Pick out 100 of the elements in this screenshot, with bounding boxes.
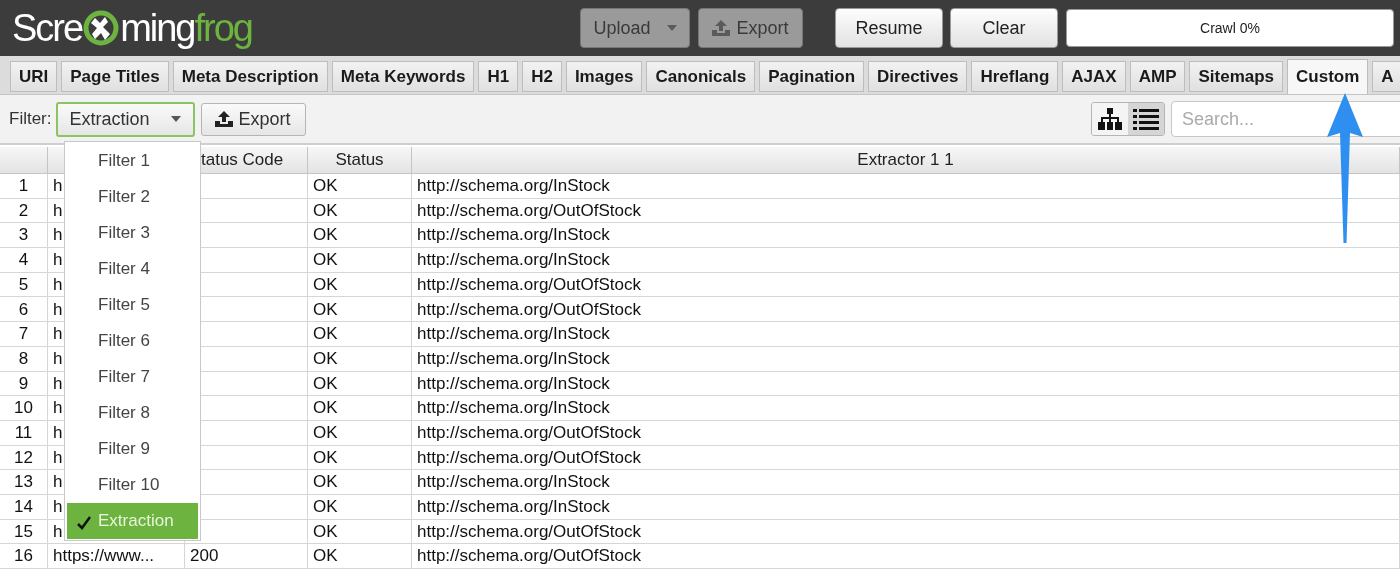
tab[interactable]: Page Titles <box>61 61 169 92</box>
row-number: 10 <box>14 397 33 420</box>
tab[interactable]: Pagination <box>759 61 865 92</box>
table-cell-text: http://schema.org/OutOfStock <box>417 273 641 296</box>
caret-icon <box>170 116 181 122</box>
row-number: 1 <box>18 175 29 198</box>
upload-icon <box>712 20 731 36</box>
table-cell-text: h <box>53 273 63 296</box>
table-cell-text: OK <box>313 249 338 272</box>
tab[interactable]: Hreflang <box>971 61 1059 92</box>
table-cell-text: h <box>53 496 63 519</box>
table-cell-text: http://schema.org/InStock <box>417 397 610 420</box>
table-cell-text: h <box>53 298 63 321</box>
table-cell-text: h <box>53 397 63 420</box>
tab[interactable]: Meta Keywords <box>331 61 475 92</box>
check-icon <box>77 516 91 530</box>
menu-item[interactable]: Filter 6 <box>67 323 198 359</box>
list-icon <box>1133 108 1159 130</box>
table-cell-text: h <box>53 323 63 346</box>
table-cell-text: http://schema.org/InStock <box>417 249 610 272</box>
table-cell-text: h <box>53 372 63 395</box>
filter-label: Filter: <box>9 108 52 131</box>
table-cell-text: OK <box>313 545 338 568</box>
tab[interactable]: AMP <box>1129 61 1186 92</box>
table-cell-text: http://schema.org/InStock <box>417 496 610 519</box>
column-header: Status <box>335 149 384 172</box>
table-cell-text: http://schema.org/InStock <box>417 323 610 346</box>
row-number: 5 <box>18 273 29 296</box>
table-cell-text: h <box>53 224 63 247</box>
table-cell-text: h <box>53 471 63 494</box>
tab[interactable]: Directives <box>868 61 968 92</box>
menu-item[interactable]: Filter 4 <box>67 251 198 287</box>
table-cell-text: h <box>53 520 63 543</box>
toolbar-button[interactable]: Clear <box>950 8 1058 48</box>
menu-item[interactable]: Filter 2 <box>67 179 198 215</box>
tab[interactable]: H1 <box>478 61 519 92</box>
tab[interactable]: Canonicals <box>646 61 756 92</box>
table-cell-text: OK <box>313 224 338 247</box>
table-cell-text: h <box>53 249 63 272</box>
table-cell-text: OK <box>313 446 338 469</box>
tab[interactable]: Meta Description <box>172 61 328 92</box>
search-field[interactable]: Search... <box>1171 101 1400 137</box>
menu-item[interactable]: Filter 10 <box>67 467 198 503</box>
toolbar-button[interactable]: Resume <box>835 8 943 48</box>
row-number: 12 <box>14 446 33 469</box>
table-cell-text: OK <box>313 273 338 296</box>
table-cell-text: https://www... <box>53 545 155 568</box>
table-cell-text: h <box>53 175 63 198</box>
table-cell-text: http://schema.org/OutOfStock <box>417 446 641 469</box>
table-cell-text: h <box>53 347 63 370</box>
row-number: 11 <box>14 421 33 444</box>
table-cell-text: h <box>53 421 63 444</box>
menu-item[interactable]: Filter 8 <box>67 395 198 431</box>
row-number: 6 <box>18 298 29 321</box>
tab[interactable]: Images <box>565 61 643 92</box>
table-cell-text: http://schema.org/OutOfStock <box>417 520 641 543</box>
table-cell-text: OK <box>313 347 338 370</box>
table-cell-text: OK <box>313 372 338 395</box>
menu-item[interactable]: Filter 7 <box>67 359 198 395</box>
table-cell-text: http://schema.org/InStock <box>417 175 610 198</box>
caret-icon <box>666 25 677 31</box>
table-cell-text: OK <box>313 421 338 444</box>
table-cell-text: OK <box>313 397 338 420</box>
column-header: Extractor 1 1 <box>857 149 954 172</box>
table-cell-text: http://schema.org/InStock <box>417 224 610 247</box>
tab[interactable]: H2 <box>522 61 562 92</box>
table-cell-text: http://schema.org/InStock <box>417 372 610 395</box>
table-cell-text: h <box>53 446 63 469</box>
menu-item[interactable]: Filter 1 <box>67 143 198 179</box>
menu-item[interactable]: Filter 5 <box>67 287 198 323</box>
table-cell-text: OK <box>313 298 338 321</box>
logo-text: Scre <box>12 9 83 47</box>
menu-item[interactable]: Filter 9 <box>67 431 198 467</box>
row-number: 14 <box>14 496 33 519</box>
menu-item[interactable]: Filter 3 <box>67 215 198 251</box>
tab[interactable]: Custom <box>1287 59 1369 94</box>
row-number: 4 <box>18 249 29 272</box>
table-cell-text: http://schema.org/OutOfStock <box>417 421 641 444</box>
table-cell-text: OK <box>313 175 338 198</box>
table-cell-text: 200 <box>190 545 219 568</box>
table-cell-text: h <box>53 199 63 222</box>
tab[interactable]: URI <box>10 61 58 92</box>
tab[interactable]: A <box>1372 61 1400 92</box>
tab[interactable]: AJAX <box>1062 61 1126 92</box>
table-cell-text: http://schema.org/InStock <box>417 347 610 370</box>
table-cell-text: http://schema.org/OutOfStock <box>417 199 641 222</box>
list-view-button[interactable] <box>1128 103 1164 135</box>
filter-dropdown[interactable]: Extraction <box>55 101 195 137</box>
table-cell-text: OK <box>313 520 338 543</box>
table-cell-text: http://schema.org/InStock <box>417 471 610 494</box>
logo-text: mingfrog <box>120 9 252 47</box>
tree-icon <box>1098 108 1122 130</box>
table-cell-text: http://schema.org/OutOfStock <box>417 545 641 568</box>
upload-icon <box>215 111 234 127</box>
table-cell-text: OK <box>313 496 338 519</box>
row-number: 13 <box>14 471 33 494</box>
row-number: 9 <box>18 372 29 395</box>
tab[interactable]: Sitemaps <box>1189 61 1284 92</box>
table-cell-text: OK <box>313 323 338 346</box>
export-button[interactable]: Export <box>200 102 306 136</box>
